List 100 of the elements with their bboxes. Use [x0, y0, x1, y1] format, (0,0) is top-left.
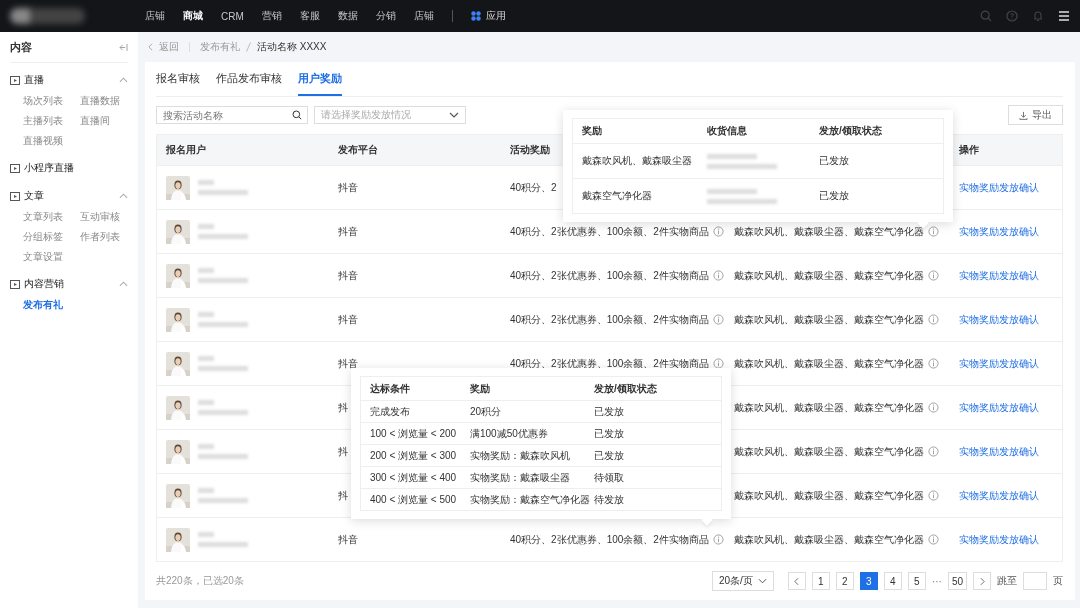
table-cell-text: 戴森空气净化器 [582, 189, 653, 203]
section-icon [10, 163, 20, 173]
page-button[interactable]: 4 [883, 572, 902, 590]
sidebar-section[interactable]: 文章 [24, 189, 44, 203]
info-icon[interactable] [928, 358, 939, 369]
confirm-link[interactable]: 实物奖励发放确认 [959, 488, 1039, 503]
sidebar-item[interactable]: 文章列表 [23, 207, 80, 227]
sidebar-section[interactable]: 内容营销 [24, 277, 64, 291]
confirm-link[interactable]: 实物奖励发放确认 [959, 180, 1039, 195]
table-cell: 戴森吹风机、戴森吸尘器、戴森空气净化器 [734, 268, 924, 283]
chevron-up-icon[interactable] [119, 77, 128, 83]
confirm-link[interactable]: 实物奖励发放确认 [959, 224, 1039, 239]
confirm-link[interactable]: 实物奖励发放确认 [959, 400, 1039, 415]
chevron-up-icon[interactable] [119, 193, 128, 199]
next-page-button[interactable] [973, 572, 991, 590]
chevron-left-icon [794, 576, 800, 586]
table-cell-text: 满100减50优惠券 [470, 426, 549, 441]
info-icon[interactable] [928, 534, 939, 545]
redacted-text [198, 444, 248, 459]
sidebar-item[interactable]: 互动审核 [80, 207, 137, 227]
sidebar-item[interactable]: 作者列表 [80, 227, 137, 247]
table-cell: 戴森吹风机、戴森吸尘器、戴森空气净化器 [734, 312, 924, 327]
info-icon[interactable] [928, 226, 939, 237]
sidebar-section[interactable]: 小程序直播 [24, 161, 74, 175]
table-cell: 抖音 [338, 268, 358, 283]
sidebar-title: 内容 [10, 39, 32, 55]
search-icon[interactable] [292, 110, 302, 120]
page-size-select[interactable]: 20条/页 [711, 571, 774, 591]
redacted-text [707, 188, 777, 204]
tab[interactable]: 作品发布审核 [216, 71, 282, 96]
apps-menu[interactable]: 应用 [470, 9, 506, 23]
sidebar-item[interactable]: 发布有礼 [23, 295, 80, 315]
export-button[interactable]: 导出 [1008, 105, 1063, 125]
confirm-link[interactable]: 实物奖励发放确认 [959, 312, 1039, 327]
redacted-text [198, 312, 248, 327]
table-cell-text: 实物奖励：戴森吹风机 [470, 448, 571, 463]
sidebar-section[interactable]: 直播 [24, 73, 44, 87]
sidebar-item[interactable]: 文章设置 [23, 247, 80, 267]
nav-tab[interactable]: 客服 [299, 9, 320, 23]
chevron-left-icon[interactable] [148, 43, 153, 51]
page-input[interactable] [1023, 572, 1047, 590]
search-field[interactable]: 搜索活动名称 [156, 106, 308, 124]
selection-summary: 共220条，已选20条 [156, 574, 244, 588]
sidebar-item[interactable]: 直播间 [80, 111, 137, 131]
sidebar-item[interactable]: 直播视频 [23, 131, 80, 151]
nav-tab[interactable]: 店铺 [145, 9, 165, 23]
table-cell-text: 已发放 [594, 426, 625, 441]
sidebar-item[interactable]: 直播数据 [80, 91, 137, 111]
info-icon[interactable] [928, 314, 939, 325]
info-icon[interactable] [712, 358, 724, 369]
table-cell-text: 戴森吹风机、戴森吸尘器 [582, 154, 693, 168]
sidebar-item[interactable]: 主播列表 [23, 111, 80, 131]
table-cell: 抖 [338, 444, 348, 459]
confirm-link[interactable]: 实物奖励发放确认 [959, 532, 1039, 547]
info-icon[interactable] [712, 226, 724, 237]
column-header: 发放/领取状态 [594, 381, 658, 396]
nav-tab[interactable]: 营销 [261, 9, 282, 23]
nav-tab[interactable]: 店铺 [413, 9, 434, 23]
help-icon[interactable] [1006, 10, 1018, 22]
info-icon[interactable] [928, 490, 939, 501]
nav-tab[interactable]: CRM [221, 10, 244, 22]
confirm-link[interactable]: 实物奖励发放确认 [959, 268, 1039, 283]
sidebar-item[interactable]: 场次列表 [23, 91, 80, 111]
collapse-icon[interactable] [119, 43, 128, 51]
nav-tab[interactable]: 数据 [337, 9, 358, 23]
page-button[interactable]: 5 [907, 572, 926, 590]
info-icon[interactable] [928, 446, 939, 457]
page-ellipsis: ··· [931, 575, 942, 587]
info-icon[interactable] [928, 402, 939, 413]
back-link[interactable]: 返回 [159, 40, 179, 54]
page-button[interactable]: 2 [835, 572, 854, 590]
page-button[interactable]: 3 [859, 572, 878, 590]
bell-icon[interactable] [1032, 10, 1044, 22]
page-button[interactable]: 50 [947, 572, 967, 590]
redacted-text [198, 356, 248, 371]
tab[interactable]: 报名审核 [156, 71, 200, 96]
tab[interactable]: 用户奖励 [298, 71, 342, 96]
column-header: 达标条件 [370, 381, 411, 396]
table-cell: 抖 [338, 488, 348, 503]
confirm-link[interactable]: 实物奖励发放确认 [959, 444, 1039, 459]
menu-icon[interactable] [1058, 11, 1070, 21]
nav-tab[interactable]: 分销 [375, 9, 396, 23]
column-header: 奖励 [470, 381, 491, 396]
nav-tab[interactable]: 商城 [183, 9, 203, 23]
chevron-up-icon[interactable] [119, 281, 128, 287]
table-cell: 40积分、2张优惠券、100余额、2件实物商品 [510, 532, 709, 547]
popover-pointer [917, 217, 929, 229]
info-icon[interactable] [712, 534, 724, 545]
table-cell-text: 100 < 浏览量 < 200 [370, 426, 458, 441]
prev-page-button[interactable] [787, 572, 806, 590]
info-icon[interactable] [928, 270, 939, 281]
info-icon[interactable] [712, 314, 724, 325]
column-header: 发放/领取状态 [819, 124, 883, 138]
sidebar-item[interactable]: 分组标签 [23, 227, 80, 247]
table-cell-text: 400 < 浏览量 < 500 [370, 492, 458, 507]
slash-separator-icon [246, 42, 251, 52]
breadcrumb-item[interactable]: 发布有礼 [200, 40, 240, 54]
page-button[interactable]: 1 [811, 572, 830, 590]
info-icon[interactable] [712, 270, 724, 281]
confirm-link[interactable]: 实物奖励发放确认 [959, 356, 1039, 371]
